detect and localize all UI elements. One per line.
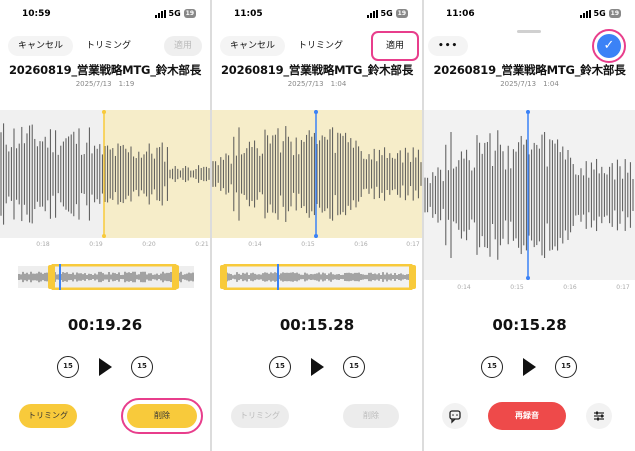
axis-tick: 0:18 — [36, 241, 50, 248]
axis-tick: 0:16 — [563, 284, 577, 291]
axis-tick: 0:20 — [142, 241, 156, 248]
play-icon[interactable] — [311, 358, 324, 376]
network-label: 5G — [168, 9, 181, 18]
trim-button[interactable]: トリミング — [231, 404, 289, 428]
overview-graphic — [18, 263, 194, 291]
playback-controls: 15 15 — [0, 356, 210, 380]
signal-icon — [579, 9, 591, 18]
playback-controls: 15 15 — [424, 356, 635, 380]
axis-tick: 0:15 — [301, 241, 315, 248]
skip-back-15-button[interactable]: 15 — [269, 356, 291, 378]
axis-tick: 0:19 — [89, 241, 103, 248]
axis-tick: 0:21 — [195, 241, 209, 248]
action-bar: 再録音 — [424, 400, 635, 430]
sliders-graphic — [594, 411, 604, 421]
status-indicators: 5G 19 — [366, 9, 408, 18]
signal-icon — [366, 9, 378, 18]
status-bar: 11:05 5G 19 — [212, 0, 422, 28]
panel-recording-view: 11:06 5G 19 ••• ✓ 20260819_営業戦略MTG_鈴木部長 … — [424, 0, 635, 451]
action-bar: トリミング 削除 — [0, 398, 210, 434]
status-indicators: 5G 19 — [154, 9, 196, 18]
recording-meta: 2025/7/13 1:04 — [500, 80, 559, 88]
overview-scrubber[interactable] — [18, 263, 194, 291]
play-icon[interactable] — [99, 358, 112, 376]
delete-button[interactable]: 削除 — [121, 398, 203, 434]
overview-graphic — [220, 263, 416, 291]
screenshot-collage: 10:59 5G 19 キャンセル トリミング 適用 20260819_営業戦略… — [0, 0, 635, 451]
cancel-button[interactable]: キャンセル — [220, 36, 286, 56]
battery-icon: 19 — [608, 9, 621, 18]
axis-tick: 0:14 — [248, 241, 262, 248]
recording-toolbar: ••• ✓ — [424, 29, 635, 63]
playback-time: 00:19.26 — [67, 316, 143, 334]
waveform-graphic — [0, 110, 210, 238]
recording-title: 20260819_営業戦略MTG_鈴木部長 — [8, 63, 202, 77]
axis-tick: 0:15 — [510, 284, 524, 291]
waveform-graphic — [212, 110, 422, 238]
more-button[interactable]: ••• — [428, 36, 469, 56]
status-bar: 11:06 5G 19 — [424, 0, 635, 28]
waveform[interactable] — [0, 110, 210, 238]
status-time: 11:06 — [446, 9, 475, 19]
time-axis: 0:14 0:15 0:16 0:17 — [424, 284, 635, 294]
trim-left-handle — [220, 265, 227, 289]
play-icon[interactable] — [523, 358, 536, 376]
status-bar: 10:59 5G 19 — [0, 0, 210, 28]
time-axis: 0:18 0:19 0:20 0:21 — [0, 241, 210, 251]
skip-forward-15-button[interactable]: 15 — [131, 356, 153, 378]
rerecord-button[interactable]: 再録音 — [488, 402, 566, 430]
skip-forward-15-button[interactable]: 15 — [555, 356, 577, 378]
recording-meta: 2025/7/13 1:04 — [287, 80, 347, 88]
status-time: 11:05 — [234, 9, 263, 19]
speech-bubble-graphic — [449, 410, 461, 424]
signal-icon — [154, 9, 166, 18]
cancel-button[interactable]: キャンセル — [8, 36, 74, 56]
axis-tick: 0:17 — [406, 241, 420, 248]
playback-time: 00:15.28 — [279, 316, 355, 334]
action-bar: トリミング 削除 — [212, 400, 422, 430]
trim-right-handle — [409, 265, 416, 289]
apply-button[interactable]: 適用 — [370, 31, 420, 61]
sliders-icon[interactable] — [586, 403, 612, 429]
status-time: 10:59 — [22, 9, 51, 19]
trim-button[interactable]: トリミング — [19, 404, 77, 428]
status-indicators: 5G 19 — [579, 9, 621, 18]
waveform[interactable] — [212, 110, 422, 238]
network-label: 5G — [380, 9, 393, 18]
axis-tick: 0:17 — [616, 284, 630, 291]
axis-tick: 0:14 — [457, 284, 471, 291]
skip-back-15-button[interactable]: 15 — [57, 356, 79, 378]
trim-title: トリミング — [298, 41, 344, 51]
network-label: 5G — [593, 9, 606, 18]
checkmark-icon[interactable]: ✓ — [592, 29, 626, 63]
axis-tick: 0:16 — [354, 241, 368, 248]
playback-controls: 15 15 — [212, 356, 422, 380]
skip-back-15-button[interactable]: 15 — [481, 356, 503, 378]
recording-title: 20260819_営業戦略MTG_鈴木部長 — [220, 63, 414, 77]
skip-forward-15-button[interactable]: 15 — [343, 356, 365, 378]
recording-title: 20260819_営業戦略MTG_鈴木部長 — [433, 63, 626, 77]
panel-trim-apply: 11:05 5G 19 キャンセル トリミング 適用 20260819_営業戦略… — [212, 0, 422, 451]
panel-trim-selection: 10:59 5G 19 キャンセル トリミング 適用 20260819_営業戦略… — [0, 0, 210, 451]
trim-right-handle — [172, 265, 179, 289]
trim-title: トリミング — [86, 41, 132, 51]
waveform[interactable] — [424, 110, 635, 280]
delete-button[interactable]: 削除 — [343, 404, 399, 428]
speech-bubble-icon[interactable] — [442, 403, 468, 429]
trim-toolbar: キャンセル トリミング 適用 — [212, 31, 422, 61]
trim-left-handle — [48, 265, 55, 289]
overview-scrubber[interactable] — [220, 263, 416, 291]
apply-button[interactable]: 適用 — [164, 36, 203, 56]
time-axis: 0:14 0:15 0:16 0:17 — [212, 241, 422, 251]
playback-time: 00:15.28 — [492, 316, 567, 334]
recording-meta: 2025/7/13 1:19 — [75, 80, 135, 88]
waveform-graphic — [424, 110, 635, 280]
trim-toolbar: キャンセル トリミング 適用 — [0, 32, 210, 60]
battery-icon: 19 — [395, 9, 408, 18]
battery-icon: 19 — [183, 9, 196, 18]
